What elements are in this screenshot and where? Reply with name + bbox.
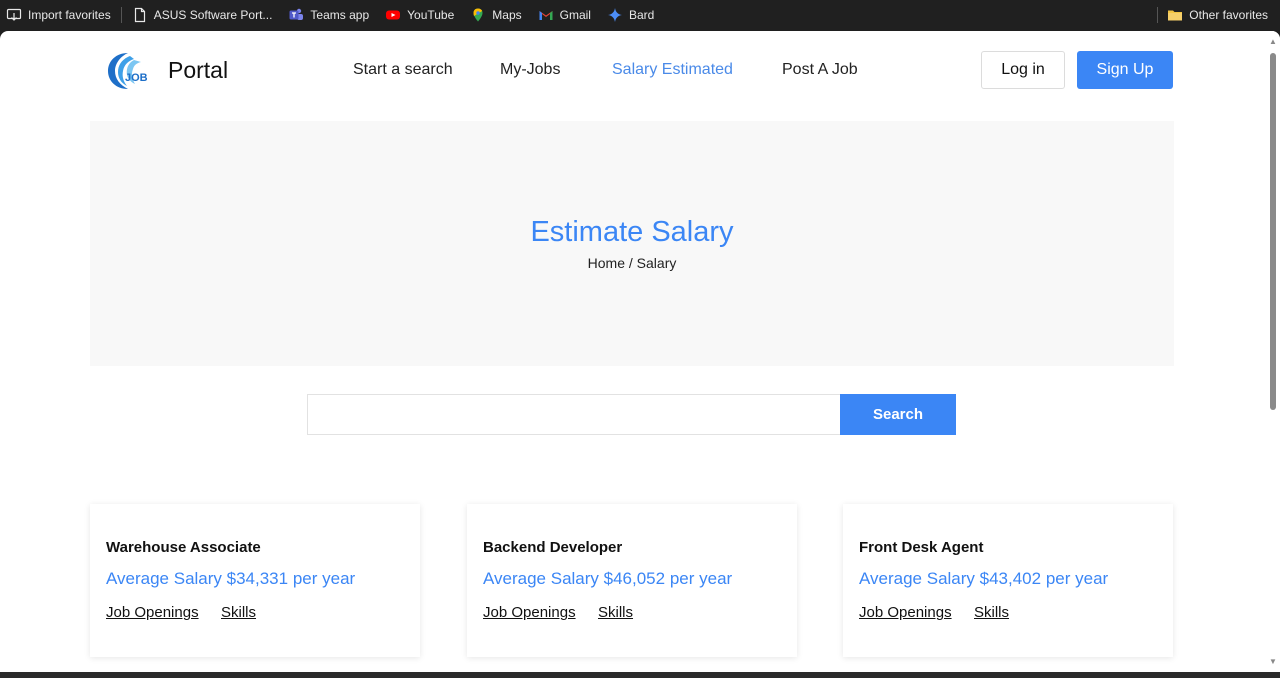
bookmark-label: Import favorites [28, 8, 111, 22]
signup-button[interactable]: Sign Up [1077, 51, 1173, 89]
bookmark-separator [120, 7, 122, 23]
hero-banner: Estimate Salary Home / Salary [90, 121, 1174, 366]
bookmark-other-favorites[interactable]: Other favorites [1167, 0, 1268, 30]
bookmark-bard[interactable]: Bard [607, 7, 654, 23]
page-title: Estimate Salary [530, 216, 734, 248]
site-logo[interactable]: JOB [106, 51, 154, 91]
gmail-icon [538, 7, 554, 23]
import-icon [6, 7, 22, 23]
card-job-title: Warehouse Associate [106, 539, 261, 556]
bookmark-import-favorites[interactable]: Import favorites [6, 7, 111, 23]
bookmark-label: Other favorites [1189, 8, 1268, 22]
breadcrumb-separator: / [628, 255, 633, 271]
bookmark-label: Teams app [310, 8, 370, 22]
scroll-up-arrow-icon[interactable]: ▲ [1269, 38, 1277, 46]
logo-text: JOB [125, 72, 148, 84]
bookmark-label: ASUS Software Port... [153, 8, 273, 22]
skills-link[interactable]: Skills [974, 604, 1009, 621]
bookmark-maps[interactable]: Maps [470, 7, 522, 23]
bookmark-label: Gmail [559, 8, 591, 22]
bookmark-separator [1157, 7, 1158, 23]
breadcrumb: Home / Salary [90, 255, 1174, 271]
card-job-title: Backend Developer [483, 539, 623, 556]
youtube-icon [385, 7, 401, 23]
site-navbar: JOB Portal Start a search My-Jobs Salary… [0, 31, 1266, 111]
card-job-title: Front Desk Agent [859, 539, 984, 556]
skills-link[interactable]: Skills [598, 604, 633, 621]
job-openings-link[interactable]: Job Openings [483, 604, 576, 621]
page-viewport: JOB Portal Start a search My-Jobs Salary… [0, 31, 1280, 672]
page-icon [132, 7, 148, 23]
site-brand[interactable]: Portal [168, 57, 228, 84]
card-average-salary: Average Salary $43,402 per year [859, 569, 1109, 588]
salary-card: Backend Developer Average Salary $46,052… [467, 504, 797, 657]
window-bottom-edge [0, 672, 1280, 678]
login-button[interactable]: Log in [981, 51, 1065, 89]
bookmark-youtube[interactable]: YouTube [385, 7, 454, 23]
salary-search-input[interactable] [307, 394, 840, 435]
nav-start-search[interactable]: Start a search [353, 61, 453, 79]
bookmark-gmail[interactable]: Gmail [538, 7, 591, 23]
nav-my-jobs[interactable]: My-Jobs [500, 61, 560, 79]
bookmark-label: Bard [628, 8, 655, 22]
nav-post-job[interactable]: Post A Job [782, 61, 858, 79]
teams-icon [288, 7, 304, 23]
bookmark-label: Maps [492, 8, 522, 22]
card-average-salary: Average Salary $34,331 per year [106, 569, 356, 588]
salary-card: Front Desk Agent Average Salary $43,402 … [843, 504, 1173, 657]
breadcrumb-current: Salary [636, 255, 677, 271]
bard-icon [607, 7, 623, 23]
salary-card: Warehouse Associate Average Salary $34,3… [90, 504, 420, 657]
job-openings-link[interactable]: Job Openings [859, 604, 952, 621]
bookmark-asus-software[interactable]: ASUS Software Port... [132, 7, 273, 23]
bookmark-label: YouTube [407, 8, 455, 22]
maps-icon [470, 7, 486, 23]
scroll-down-arrow-icon[interactable]: ▼ [1269, 658, 1277, 666]
job-openings-link[interactable]: Job Openings [106, 604, 199, 621]
search-button[interactable]: Search [840, 394, 956, 435]
skills-link[interactable]: Skills [221, 604, 256, 621]
breadcrumb-home[interactable]: Home [588, 255, 625, 271]
card-average-salary: Average Salary $46,052 per year [483, 569, 733, 588]
nav-salary-estimated[interactable]: Salary Estimated [612, 61, 733, 79]
page-scrollbar[interactable]: ▲ ▼ [1266, 31, 1280, 672]
bookmark-teams[interactable]: Teams app [288, 7, 369, 23]
bookmarks-bar: Import favorites ASUS Software Port... T… [0, 0, 1280, 30]
scroll-thumb[interactable] [1270, 53, 1276, 410]
folder-icon [1167, 7, 1183, 23]
